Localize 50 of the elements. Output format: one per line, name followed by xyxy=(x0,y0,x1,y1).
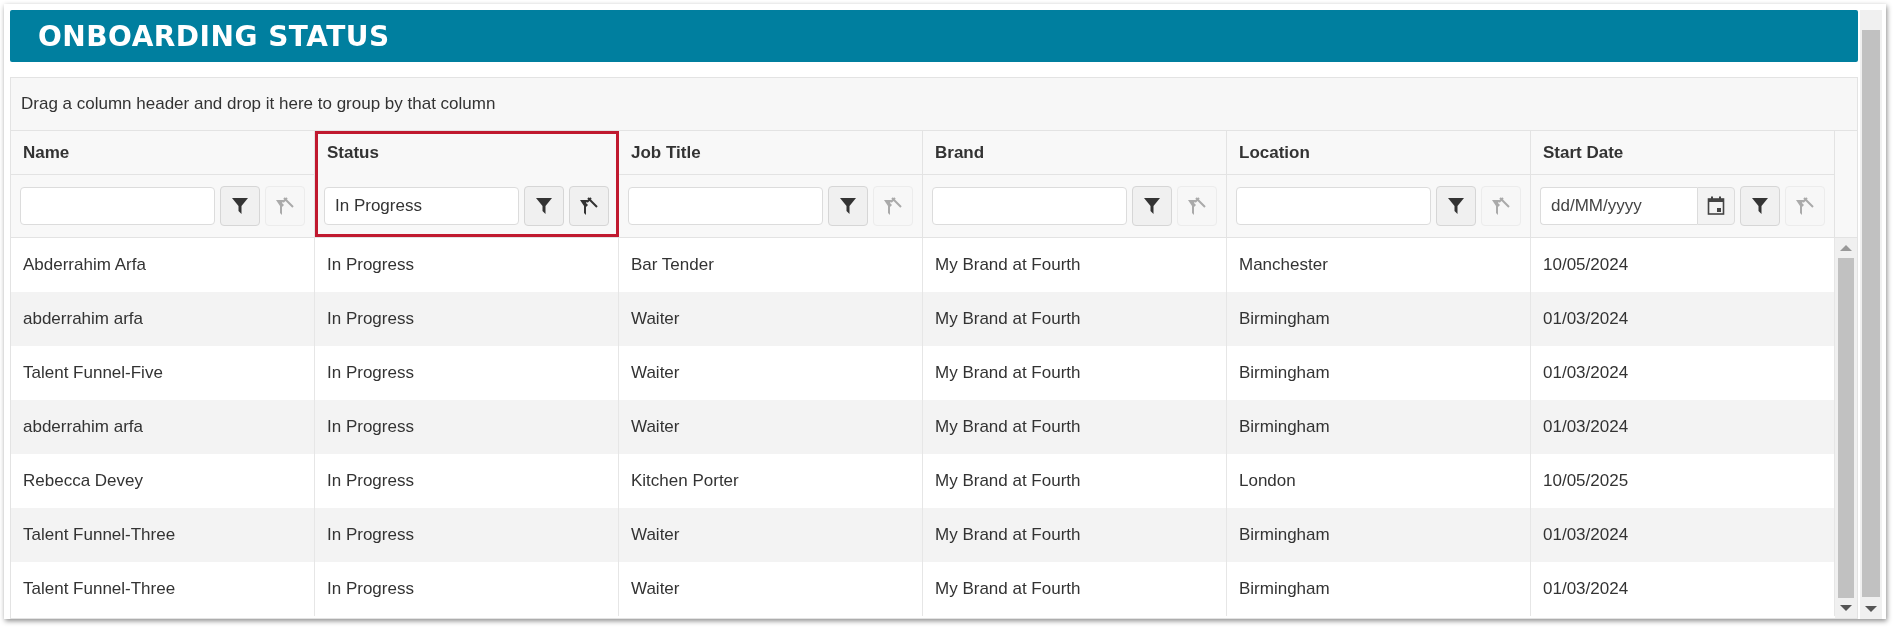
clear-filter-icon xyxy=(579,196,599,216)
table-cell: Talent Funnel-Three xyxy=(11,562,315,616)
filter-button[interactable] xyxy=(1436,186,1476,226)
clear-filter-icon xyxy=(1795,196,1815,216)
filter-icon xyxy=(536,197,552,215)
filter-field[interactable] xyxy=(20,187,215,225)
filter-button[interactable] xyxy=(1132,186,1172,226)
clear-filter-icon xyxy=(275,196,295,216)
table-row[interactable]: abderrahim arfa In Progress Waiter My Brand at Fourth Birmingham 01/03/2024 xyxy=(11,400,1835,454)
date-filter-field[interactable]: dd/MM/yyyy xyxy=(1540,187,1697,225)
filter-button[interactable] xyxy=(220,186,260,226)
scroll-down-icon xyxy=(1865,605,1877,613)
column-header[interactable]: Status xyxy=(315,131,618,175)
panel-title: ONBOARDING STATUS xyxy=(38,19,390,53)
grid-scrollbar[interactable] xyxy=(1835,238,1857,618)
clear-filter-icon xyxy=(1491,196,1511,216)
column-header[interactable]: Start Date xyxy=(1531,131,1834,175)
filter-button[interactable] xyxy=(524,186,564,226)
group-hint: Drag a column header and drop it here to group by that column xyxy=(21,94,496,114)
table-row[interactable]: abderrahim arfa In Progress Waiter My Brand at Fourth Birmingham 01/03/2024 xyxy=(11,292,1835,346)
column-header[interactable]: Location xyxy=(1227,131,1530,175)
table-cell: In Progress xyxy=(315,562,619,616)
table-row[interactable]: Talent Funnel-Three In Progress Waiter My Brand at Fourth Birmingham 01/03/2024 xyxy=(11,508,1835,562)
filter-field[interactable] xyxy=(628,187,823,225)
filter-icon xyxy=(1144,197,1160,215)
filter-field[interactable] xyxy=(932,187,1127,225)
filter-icon xyxy=(1752,197,1768,215)
scroll-up-icon xyxy=(1840,244,1852,252)
table-cell: Waiter xyxy=(619,562,923,616)
scrollbar-thumb[interactable] xyxy=(1838,258,1854,598)
filter-field[interactable] xyxy=(1236,187,1431,225)
clear-filter-icon xyxy=(883,196,903,216)
filter-button[interactable] xyxy=(828,186,868,226)
filter-icon xyxy=(840,197,856,215)
clear-filter-button[interactable] xyxy=(569,186,609,226)
calendar-icon xyxy=(1707,196,1725,216)
filter-field[interactable]: In Progress xyxy=(324,187,519,225)
clear-filter-icon xyxy=(1187,196,1207,216)
column-header[interactable]: Brand xyxy=(923,131,1226,175)
calendar-button[interactable] xyxy=(1697,187,1735,225)
filter-button[interactable] xyxy=(1740,186,1780,226)
page-scrollbar-thumb[interactable] xyxy=(1862,30,1880,597)
table-cell: My Brand at Fourth xyxy=(923,562,1227,616)
filter-icon xyxy=(232,197,248,215)
scroll-down-icon xyxy=(1840,604,1852,612)
filter-icon xyxy=(1448,197,1464,215)
column-header[interactable]: Name xyxy=(11,131,314,175)
table-cell: Birmingham xyxy=(1227,562,1531,616)
column-header[interactable]: Job Title xyxy=(619,131,922,175)
page-scrollbar[interactable] xyxy=(1860,10,1882,619)
